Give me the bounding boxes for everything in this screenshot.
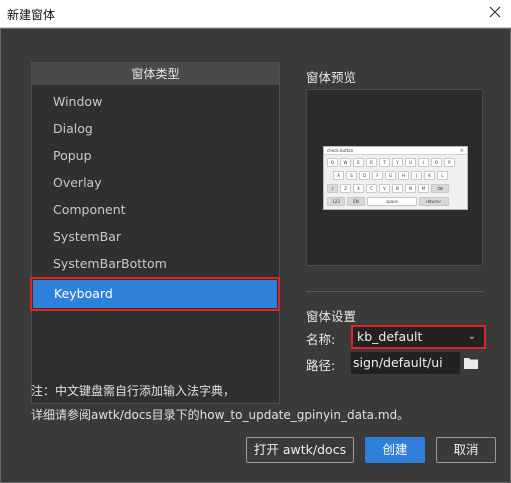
- type-item-systembarbottom[interactable]: SystemBarBottom: [32, 250, 279, 277]
- key: Q: [327, 158, 338, 167]
- key: Z: [340, 184, 351, 193]
- key: T: [379, 158, 390, 167]
- window-type-header: 窗体类型: [32, 63, 279, 85]
- settings-label: 窗体设置: [306, 309, 357, 324]
- title-bar: 新建窗体: [0, 0, 511, 28]
- keyboard-preview-title: check button ×: [324, 147, 467, 155]
- key: J: [411, 171, 422, 180]
- note-line-1: 注：中文键盘需自行添加输入法字典，: [31, 384, 236, 398]
- new-window-dialog: 窗体类型 Window Dialog Popup Overlay Compone…: [0, 28, 511, 483]
- keyboard-row-2: A S D F G H J K L: [333, 171, 448, 180]
- key: C: [366, 184, 377, 193]
- shift-key: ⇧: [327, 184, 338, 193]
- path-label: 路径:: [306, 358, 336, 373]
- note-line-2: 详细请参阅awtk/docs目录下的how_to_update_gpinyin_…: [31, 408, 410, 422]
- key: P: [444, 158, 455, 167]
- keyboard-row-4: 123 EN space return↵: [327, 197, 449, 206]
- language-key: EN: [347, 197, 365, 206]
- path-input[interactable]: sign/default/ui: [351, 352, 460, 374]
- type-item-component[interactable]: Component: [32, 196, 279, 223]
- name-value: kb_default: [357, 329, 423, 344]
- key: M: [418, 184, 429, 193]
- key: H: [398, 171, 409, 180]
- key: E: [353, 158, 364, 167]
- key: D: [359, 171, 370, 180]
- key: W: [340, 158, 351, 167]
- type-item-dialog[interactable]: Dialog: [32, 115, 279, 142]
- type-item-popup[interactable]: Popup: [32, 142, 279, 169]
- keyboard-preview: check button × Q W E R T Y U I O P A S D…: [323, 146, 468, 210]
- key: O: [431, 158, 442, 167]
- type-item-systembar[interactable]: SystemBar: [32, 223, 279, 250]
- cancel-button[interactable]: 取消: [436, 437, 496, 463]
- type-item-window[interactable]: Window: [32, 88, 279, 115]
- space-key: space: [367, 197, 417, 206]
- chevron-down-icon: ⌄: [467, 331, 476, 342]
- folder-icon[interactable]: [463, 356, 479, 370]
- key: X: [353, 184, 364, 193]
- keyboard-row-3: ⇧ Z X C V B N M ⌫: [327, 184, 449, 193]
- key: S: [346, 171, 357, 180]
- settings-divider: [306, 291, 483, 292]
- key: I: [418, 158, 429, 167]
- key: R: [366, 158, 377, 167]
- type-item-keyboard[interactable]: Keyboard: [30, 277, 280, 311]
- backspace-key: ⌫: [431, 184, 449, 193]
- close-icon[interactable]: [487, 4, 503, 20]
- window-title: 新建窗体: [7, 8, 56, 22]
- numeric-key: 123: [327, 197, 345, 206]
- return-key: return↵: [419, 197, 449, 206]
- keyboard-row-1: Q W E R T Y U I O P: [327, 158, 455, 167]
- keyboard-preview-close-icon: ×: [459, 148, 464, 154]
- name-label: 名称:: [306, 332, 336, 347]
- preview-box: check button × Q W E R T Y U I O P A S D…: [306, 89, 483, 266]
- key: A: [333, 171, 344, 180]
- open-docs-button[interactable]: 打开 awtk/docs: [246, 437, 354, 463]
- key: K: [424, 171, 435, 180]
- key: V: [379, 184, 390, 193]
- window-type-panel: 窗体类型 Window Dialog Popup Overlay Compone…: [30, 62, 280, 404]
- key: U: [405, 158, 416, 167]
- key: Y: [392, 158, 403, 167]
- preview-label: 窗体预览: [306, 70, 357, 85]
- key: B: [392, 184, 403, 193]
- key: N: [405, 184, 416, 193]
- key: L: [437, 171, 448, 180]
- name-select[interactable]: kb_default ⌄: [351, 325, 486, 349]
- type-item-overlay[interactable]: Overlay: [32, 169, 279, 196]
- key: G: [385, 171, 396, 180]
- create-button[interactable]: 创建: [365, 437, 425, 463]
- window-type-list: Window Dialog Popup Overlay Component Sy…: [30, 85, 280, 311]
- key: F: [372, 171, 383, 180]
